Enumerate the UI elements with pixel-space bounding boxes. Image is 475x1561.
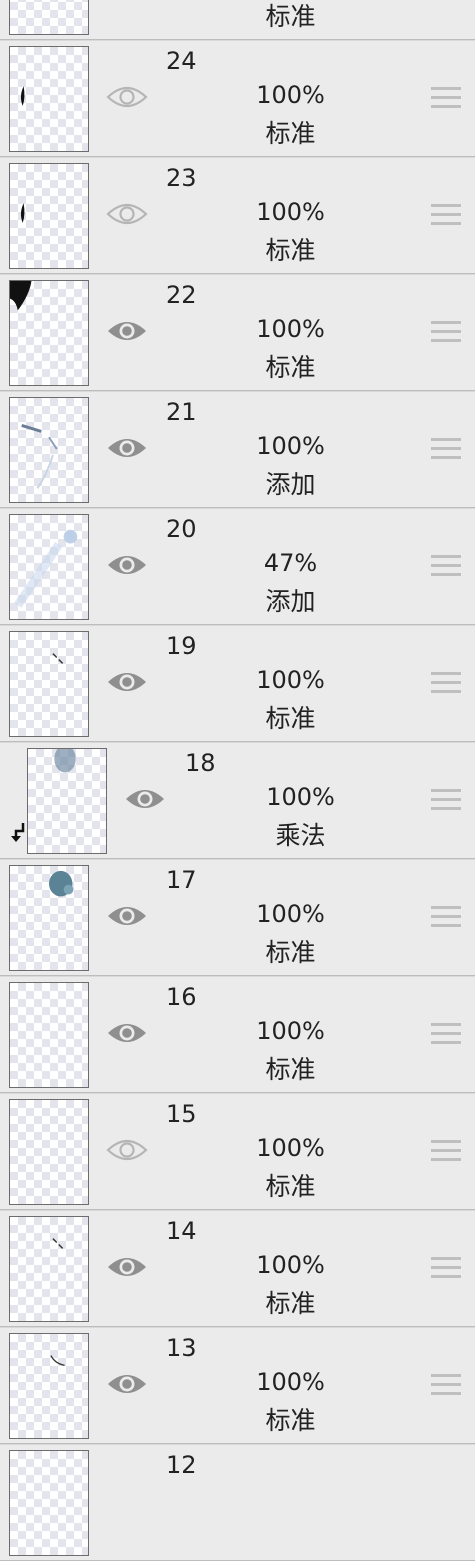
eye-icon[interactable] [106, 901, 148, 931]
layer-opacity[interactable]: 100% [228, 1136, 353, 1160]
layer-number: 24 [166, 47, 197, 75]
layer-thumbnail[interactable] [9, 631, 89, 737]
layer-opacity[interactable]: 100% [228, 902, 353, 926]
drag-handle-icon[interactable] [431, 204, 461, 228]
layer-number: 14 [166, 1217, 197, 1245]
eye-icon[interactable] [106, 667, 148, 697]
layer-row[interactable]: 24 100% 标准 [0, 41, 475, 157]
drag-handle-icon[interactable] [431, 555, 461, 579]
layer-opacity[interactable]: 47% [228, 551, 353, 575]
eye-icon[interactable] [106, 1369, 148, 1399]
layer-thumbnail[interactable] [9, 1450, 89, 1556]
clipping-arrow-icon [8, 821, 28, 843]
layer-row[interactable]: 15 100% 标准 [0, 1094, 475, 1210]
layer-thumbnail[interactable] [9, 514, 89, 620]
blend-mode[interactable]: 乘法 [238, 823, 363, 848]
layer-row[interactable]: 标准 [0, 0, 475, 40]
blend-mode[interactable]: 标准 [228, 1057, 353, 1082]
layer-thumbnail[interactable] [9, 1216, 89, 1322]
layer-opacity[interactable]: 100% [228, 200, 353, 224]
layer-opacity[interactable]: 100% [228, 83, 353, 107]
layer-number: 12 [166, 1451, 197, 1479]
layer-opacity[interactable]: 100% [228, 1370, 353, 1394]
layer-number: 23 [166, 164, 197, 192]
layer-row[interactable]: 22 100% 标准 [0, 275, 475, 391]
layer-thumbnail[interactable] [9, 397, 89, 503]
layer-row[interactable]: 23 100% 标准 [0, 158, 475, 274]
blend-mode[interactable]: 标准 [228, 1408, 353, 1433]
drag-handle-icon[interactable] [431, 1140, 461, 1164]
layer-number: 20 [166, 515, 197, 543]
layer-row[interactable]: 17 100% 标准 [0, 860, 475, 976]
layer-thumbnail[interactable] [9, 982, 89, 1088]
blend-mode[interactable]: 标准 [228, 1291, 353, 1316]
layer-thumbnail[interactable] [9, 1099, 89, 1205]
blend-mode[interactable]: 添加 [228, 589, 353, 614]
layer-row[interactable]: 19 100% 标准 [0, 626, 475, 742]
layer-number: 19 [166, 632, 197, 660]
layer-row[interactable]: 20 47% 添加 [0, 509, 475, 625]
layer-number: 15 [166, 1100, 197, 1128]
blend-mode[interactable]: 标准 [228, 238, 353, 263]
blend-mode[interactable]: 标准 [228, 1174, 353, 1199]
layer-thumbnail[interactable] [9, 163, 89, 269]
layer-thumbnail[interactable] [9, 0, 89, 35]
layer-thumbnail[interactable] [9, 865, 89, 971]
layer-opacity[interactable]: 100% [228, 317, 353, 341]
drag-handle-icon[interactable] [431, 87, 461, 111]
eye-icon[interactable] [106, 1018, 148, 1048]
blend-mode[interactable]: 添加 [228, 472, 353, 497]
layer-row[interactable]: 18 100% 乘法 [0, 743, 475, 859]
blend-mode[interactable]: 标准 [228, 940, 353, 965]
layer-row[interactable]: 14 100% 标准 [0, 1211, 475, 1327]
layer-number: 21 [166, 398, 197, 426]
eye-icon[interactable] [106, 316, 148, 346]
blend-mode[interactable]: 标准 [228, 706, 353, 731]
layer-number: 17 [166, 866, 197, 894]
drag-handle-icon[interactable] [431, 1374, 461, 1398]
eye-outline-icon[interactable] [106, 82, 148, 112]
layer-thumbnail[interactable] [9, 46, 89, 152]
layer-number: 13 [166, 1334, 197, 1362]
drag-handle-icon[interactable] [431, 672, 461, 696]
drag-handle-icon[interactable] [431, 1023, 461, 1047]
drag-handle-icon[interactable] [431, 906, 461, 930]
layer-thumbnail[interactable] [27, 748, 107, 854]
blend-mode[interactable]: 标准 [228, 355, 353, 380]
drag-handle-icon[interactable] [431, 1257, 461, 1281]
layer-row[interactable]: 12 [0, 1445, 475, 1561]
drag-handle-icon[interactable] [431, 438, 461, 462]
drag-handle-icon[interactable] [431, 321, 461, 345]
eye-icon[interactable] [106, 433, 148, 463]
blend-mode[interactable]: 标准 [228, 121, 353, 146]
eye-icon[interactable] [106, 550, 148, 580]
eye-icon[interactable] [124, 784, 166, 814]
eye-icon[interactable] [106, 1252, 148, 1282]
layer-opacity[interactable]: 100% [238, 785, 363, 809]
eye-outline-icon[interactable] [106, 199, 148, 229]
layer-opacity[interactable]: 100% [228, 668, 353, 692]
layer-row[interactable]: 16 100% 标准 [0, 977, 475, 1093]
blend-mode[interactable]: 标准 [228, 4, 353, 29]
layer-opacity[interactable]: 100% [228, 1253, 353, 1277]
layer-opacity[interactable]: 100% [228, 434, 353, 458]
layer-opacity[interactable]: 100% [228, 1019, 353, 1043]
layer-thumbnail[interactable] [9, 280, 89, 386]
drag-handle-icon[interactable] [431, 789, 461, 813]
layer-row[interactable]: 21 100% 添加 [0, 392, 475, 508]
layer-thumbnail[interactable] [9, 1333, 89, 1439]
eye-outline-icon[interactable] [106, 1135, 148, 1165]
layer-number: 16 [166, 983, 197, 1011]
layer-row[interactable]: 13 100% 标准 [0, 1328, 475, 1444]
layer-number: 22 [166, 281, 197, 309]
layer-number: 18 [185, 749, 216, 777]
